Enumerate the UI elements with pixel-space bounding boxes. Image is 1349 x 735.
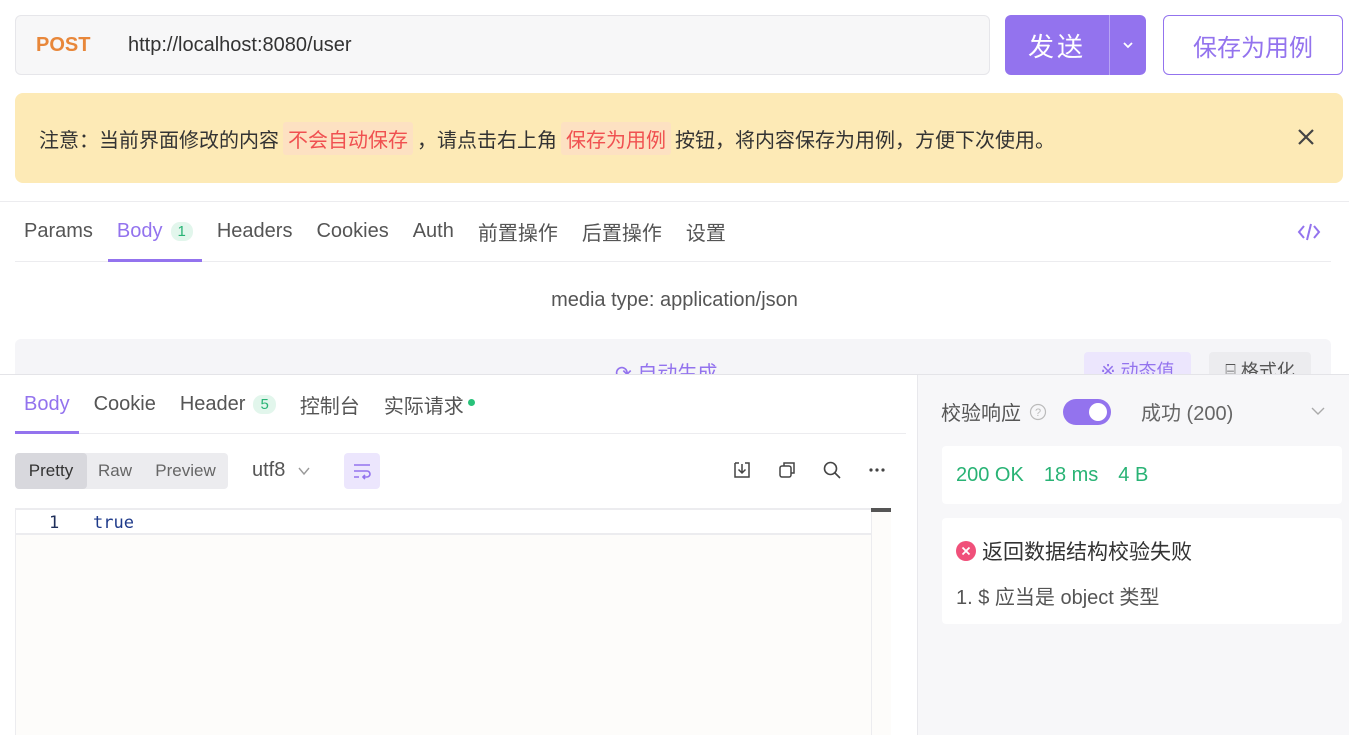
chevron-down-icon[interactable] xyxy=(1310,403,1326,419)
svg-text:?: ? xyxy=(1035,407,1041,419)
notice-highlight-save-case: 保存为用例 xyxy=(561,121,671,155)
vertical-scrollbar[interactable] xyxy=(871,508,891,735)
copy-icon[interactable] xyxy=(775,458,799,482)
error-icon xyxy=(956,541,976,561)
status-code: 200 OK xyxy=(956,463,1024,486)
tab-label: Body xyxy=(116,220,163,242)
tab-label: Auth xyxy=(412,220,454,242)
wrap-icon xyxy=(354,464,371,480)
tab-label: Cookies xyxy=(316,220,389,242)
send-button-group: 发送 xyxy=(1005,15,1146,75)
help-icon[interactable]: ? xyxy=(1029,403,1047,421)
tab-cookies[interactable]: Cookies xyxy=(307,202,397,262)
code-icon[interactable] xyxy=(1297,222,1321,242)
line-number: 1 xyxy=(49,513,60,533)
word-wrap-button[interactable] xyxy=(344,453,380,489)
response-stats: 200 OK 18 ms 4 B xyxy=(942,446,1342,504)
validation-pane: 校验响应 ? 成功 (200) 200 OK 18 ms 4 B 返回数据结构校… xyxy=(917,375,1349,735)
send-dropdown-button[interactable] xyxy=(1110,15,1146,75)
tab-label: 设置 xyxy=(685,223,726,245)
response-time: 18 ms xyxy=(1043,463,1099,486)
view-mode-raw[interactable]: Raw xyxy=(87,453,143,489)
tab-label: Body xyxy=(24,392,70,415)
unsaved-notice: 注意：当前界面修改的内容 不会自动保存 ，请点击右上角 保存为用例 按钮，将内容… xyxy=(15,93,1343,183)
encoding-select[interactable]: utf8 xyxy=(252,459,311,482)
tab-body[interactable]: Body 1 xyxy=(107,202,202,262)
tab-pre-operations[interactable]: 前置操作 xyxy=(469,202,567,262)
chevron-down-icon xyxy=(1123,42,1133,49)
tab-params[interactable]: Params xyxy=(15,202,102,262)
tab-label: 实际请求 xyxy=(383,395,464,418)
response-body-pane: Body Cookie Header 5 控制台 实际请求 Pretty Raw … xyxy=(0,375,917,735)
save-as-case-button[interactable]: 保存为用例 xyxy=(1163,15,1343,75)
search-icon[interactable] xyxy=(820,458,844,482)
request-url-bar[interactable]: POST http://localhost:8080/user xyxy=(15,15,990,75)
tab-label: Cookie xyxy=(93,392,156,415)
body-editor-toolbar: ⟳ 自动生成 ※ 动态值 ⌸ 格式化 xyxy=(15,339,1331,375)
auto-generate-button[interactable]: ⟳ 自动生成 xyxy=(615,357,717,375)
tab-label: Headers xyxy=(216,220,293,242)
request-tabs: Params Body 1 Headers Cookies Auth 前置操作 后… xyxy=(15,202,1331,262)
download-icon[interactable] xyxy=(730,458,754,482)
code-content: true xyxy=(93,513,134,533)
view-mode-switch: Pretty Raw Preview xyxy=(15,453,228,489)
validation-error-card: 返回数据结构校验失败 1. $ 应当是 object 类型 xyxy=(942,518,1342,624)
code-line-highlight: 1 true xyxy=(16,508,889,535)
media-type-label: media type: application/json xyxy=(551,289,798,311)
response-tab-cookie[interactable]: Cookie xyxy=(85,375,165,434)
format-button[interactable]: ⌸ 格式化 xyxy=(1209,352,1311,375)
response-tab-body[interactable]: Body xyxy=(15,375,79,434)
response-tabs: Body Cookie Header 5 控制台 实际请求 xyxy=(15,375,906,434)
response-code-viewer[interactable]: 1 true xyxy=(15,508,891,735)
notice-highlight-auto-save: 不会自动保存 xyxy=(283,121,413,155)
notice-text-prefix: 注意：当前界面修改的内容 xyxy=(39,129,279,152)
validation-status-select[interactable]: 成功 (200) xyxy=(1141,397,1233,426)
tab-badge: 5 xyxy=(253,394,276,414)
dynamic-value-button[interactable]: ※ 动态值 xyxy=(1084,352,1191,375)
more-icon[interactable] xyxy=(865,458,889,482)
toggle-knob xyxy=(1089,402,1107,421)
validation-toggle[interactable] xyxy=(1063,398,1111,425)
tab-label: Params xyxy=(24,220,93,242)
http-method[interactable]: POST xyxy=(16,34,128,57)
notice-text-middle: ，请点击右上角 xyxy=(417,129,557,152)
tab-label: 控制台 xyxy=(299,395,360,418)
url-input[interactable]: http://localhost:8080/user xyxy=(128,34,351,57)
notice-text-suffix: 按钮，将内容保存为用例，方便下次使用。 xyxy=(675,129,1055,152)
response-tab-console[interactable]: 控制台 xyxy=(291,375,369,434)
error-title: 返回数据结构校验失败 xyxy=(956,536,1192,566)
tab-auth[interactable]: Auth xyxy=(404,202,463,262)
response-tab-actual-request[interactable]: 实际请求 xyxy=(375,375,484,434)
status-dot xyxy=(467,398,475,406)
error-detail: 1. $ 应当是 object 类型 xyxy=(956,587,1160,609)
tab-post-operations[interactable]: 后置操作 xyxy=(573,202,671,262)
response-toolbar xyxy=(730,458,910,482)
response-size: 4 B xyxy=(1118,463,1149,486)
tab-label: Header xyxy=(179,392,246,415)
tab-label: 后置操作 xyxy=(581,223,662,245)
tab-badge: 1 xyxy=(170,222,193,241)
response-panel: Body Cookie Header 5 控制台 实际请求 Pretty Raw … xyxy=(0,374,1349,735)
tab-headers[interactable]: Headers xyxy=(208,202,302,262)
close-icon[interactable] xyxy=(1295,126,1317,148)
format-label: 格式化 xyxy=(1240,361,1295,375)
validation-header: 校验响应 ? 成功 (200) xyxy=(941,397,1321,426)
scrollbar-thumb[interactable] xyxy=(871,508,891,512)
chevron-down-icon xyxy=(298,467,310,475)
send-button[interactable]: 发送 xyxy=(1005,15,1109,75)
error-title-text: 返回数据结构校验失败 xyxy=(982,541,1192,564)
view-mode-preview[interactable]: Preview xyxy=(143,453,228,489)
tab-settings[interactable]: 设置 xyxy=(677,202,735,262)
dynamic-value-label: 动态值 xyxy=(1120,361,1175,375)
tab-label: 前置操作 xyxy=(477,223,558,245)
view-mode-pretty[interactable]: Pretty xyxy=(15,453,87,489)
validation-label: 校验响应 xyxy=(941,403,1021,425)
response-tab-header[interactable]: Header 5 xyxy=(171,375,285,434)
encoding-value: utf8 xyxy=(252,459,286,481)
